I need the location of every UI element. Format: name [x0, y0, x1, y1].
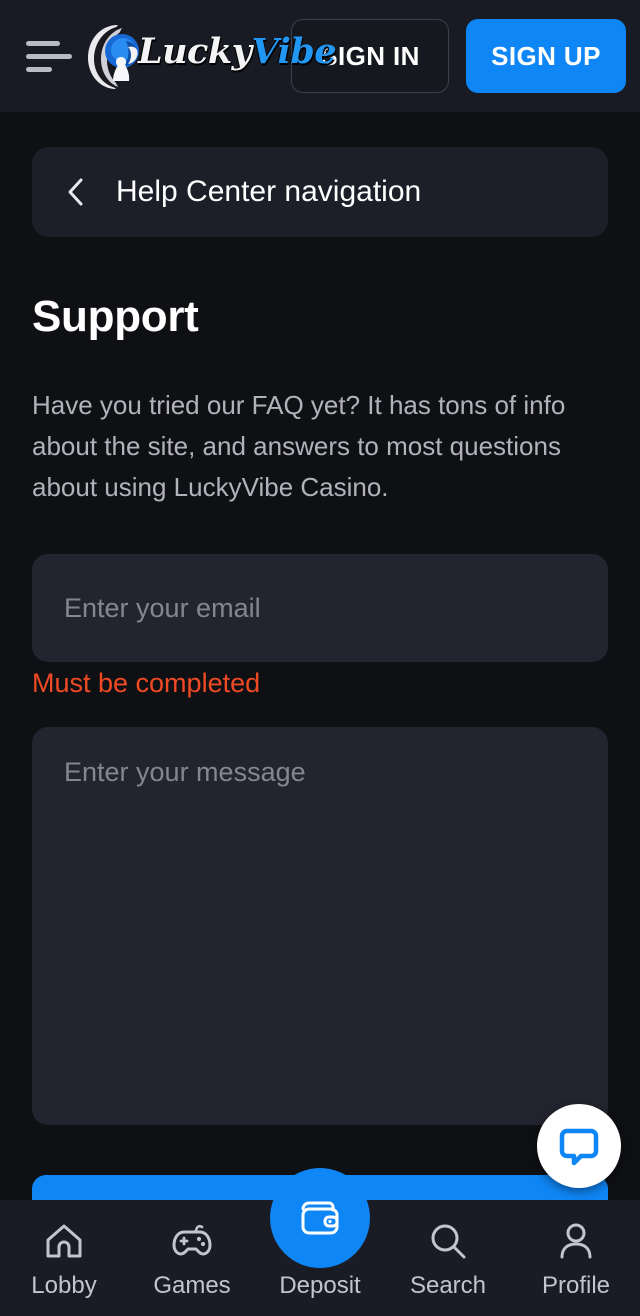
logo-wordmark: LuckyVibe — [138, 31, 337, 72]
nav-label-lobby: Lobby — [31, 1272, 97, 1299]
chevron-left-icon[interactable] — [58, 175, 92, 209]
help-center-navigation-bar[interactable]: Help Center navigation — [32, 147, 608, 237]
nav-item-games[interactable]: Games — [128, 1200, 256, 1316]
app-header: LuckyVibe SIGN IN SIGN UP — [0, 0, 640, 112]
nav-label-profile: Profile — [541, 1272, 611, 1299]
gamepad-icon — [168, 1218, 216, 1264]
hamburger-line — [26, 40, 60, 46]
luckyvibe-logo[interactable]: LuckyVibe — [82, 17, 337, 95]
page-description: Have you tried our FAQ yet? It has tons … — [32, 390, 566, 502]
email-input[interactable] — [32, 554, 608, 662]
nav-item-lobby[interactable]: Lobby — [0, 1200, 128, 1316]
home-icon — [42, 1218, 86, 1264]
deposit-bubble[interactable] — [270, 1168, 370, 1268]
logo-text-lucky: Lucky — [138, 31, 252, 72]
app-screen: LuckyVibe SIGN IN SIGN UP Help Center na… — [0, 0, 640, 1316]
wallet-icon — [301, 1201, 339, 1235]
logo-text-vibe: Vibe — [251, 31, 337, 72]
sign-up-button[interactable]: SIGN UP — [466, 19, 626, 93]
nav-label-search: Search — [409, 1272, 487, 1299]
live-chat-button[interactable] — [537, 1104, 621, 1188]
chat-bubble-icon — [559, 1128, 599, 1166]
message-textarea[interactable] — [32, 727, 608, 1125]
nav-label-deposit: Deposit — [279, 1272, 361, 1299]
nav-item-profile[interactable]: Profile — [512, 1200, 640, 1316]
nav-label-games: Games — [153, 1272, 231, 1299]
nav-item-search[interactable]: Search — [384, 1200, 512, 1316]
search-icon — [426, 1218, 470, 1264]
hamburger-menu-icon[interactable] — [26, 35, 76, 77]
hamburger-line — [26, 53, 72, 59]
page-title: Support — [32, 292, 199, 341]
email-error-message: Must be completed — [32, 668, 261, 698]
help-center-navigation-title: Help Center navigation — [116, 175, 422, 208]
user-icon — [554, 1218, 598, 1264]
bottom-navigation-bar: Lobby Games Deposit Search Profile — [0, 1168, 640, 1316]
hamburger-line — [26, 66, 52, 72]
nav-item-deposit[interactable]: Deposit — [256, 1168, 384, 1316]
